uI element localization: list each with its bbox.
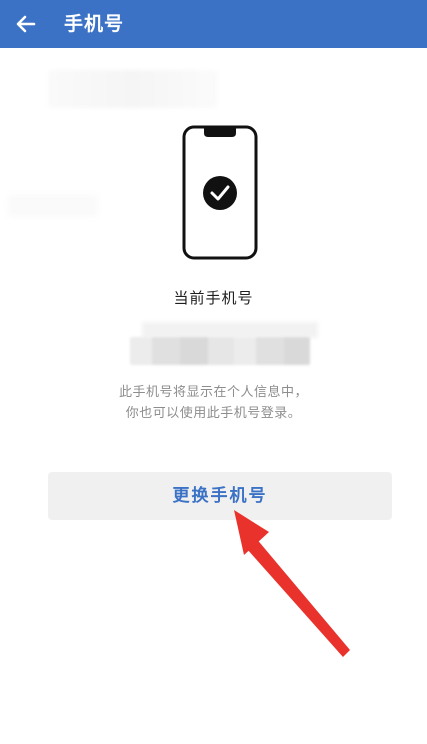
hint-line-1: 此手机号将显示在个人信息中， [118,385,308,400]
current-number-label: 当前手机号 [173,289,254,307]
background-artifact [8,195,98,217]
page-title: 手机号 [64,13,125,35]
masked-number-blur [142,322,318,338]
top-app-bar: 手机号 [0,0,427,48]
masked-phone-number [130,337,310,365]
background-artifact [48,70,218,108]
hint-text: 此手机号将显示在个人信息中， 你也可以使用此手机号登录。 [0,382,427,424]
change-phone-button[interactable]: 更换手机号 [48,472,392,520]
phone-number-screen: 手机号 当前手机号 此手机号将显示在个人信息中， 你也可以使用此手机号登录。 更… [0,0,427,744]
red-arrow-annotation [234,510,350,657]
arrow-left-icon [16,15,36,33]
hint-line-2: 你也可以使用此手机号登录。 [125,406,302,421]
phone-check-icon [182,125,258,260]
back-button[interactable] [6,4,46,44]
